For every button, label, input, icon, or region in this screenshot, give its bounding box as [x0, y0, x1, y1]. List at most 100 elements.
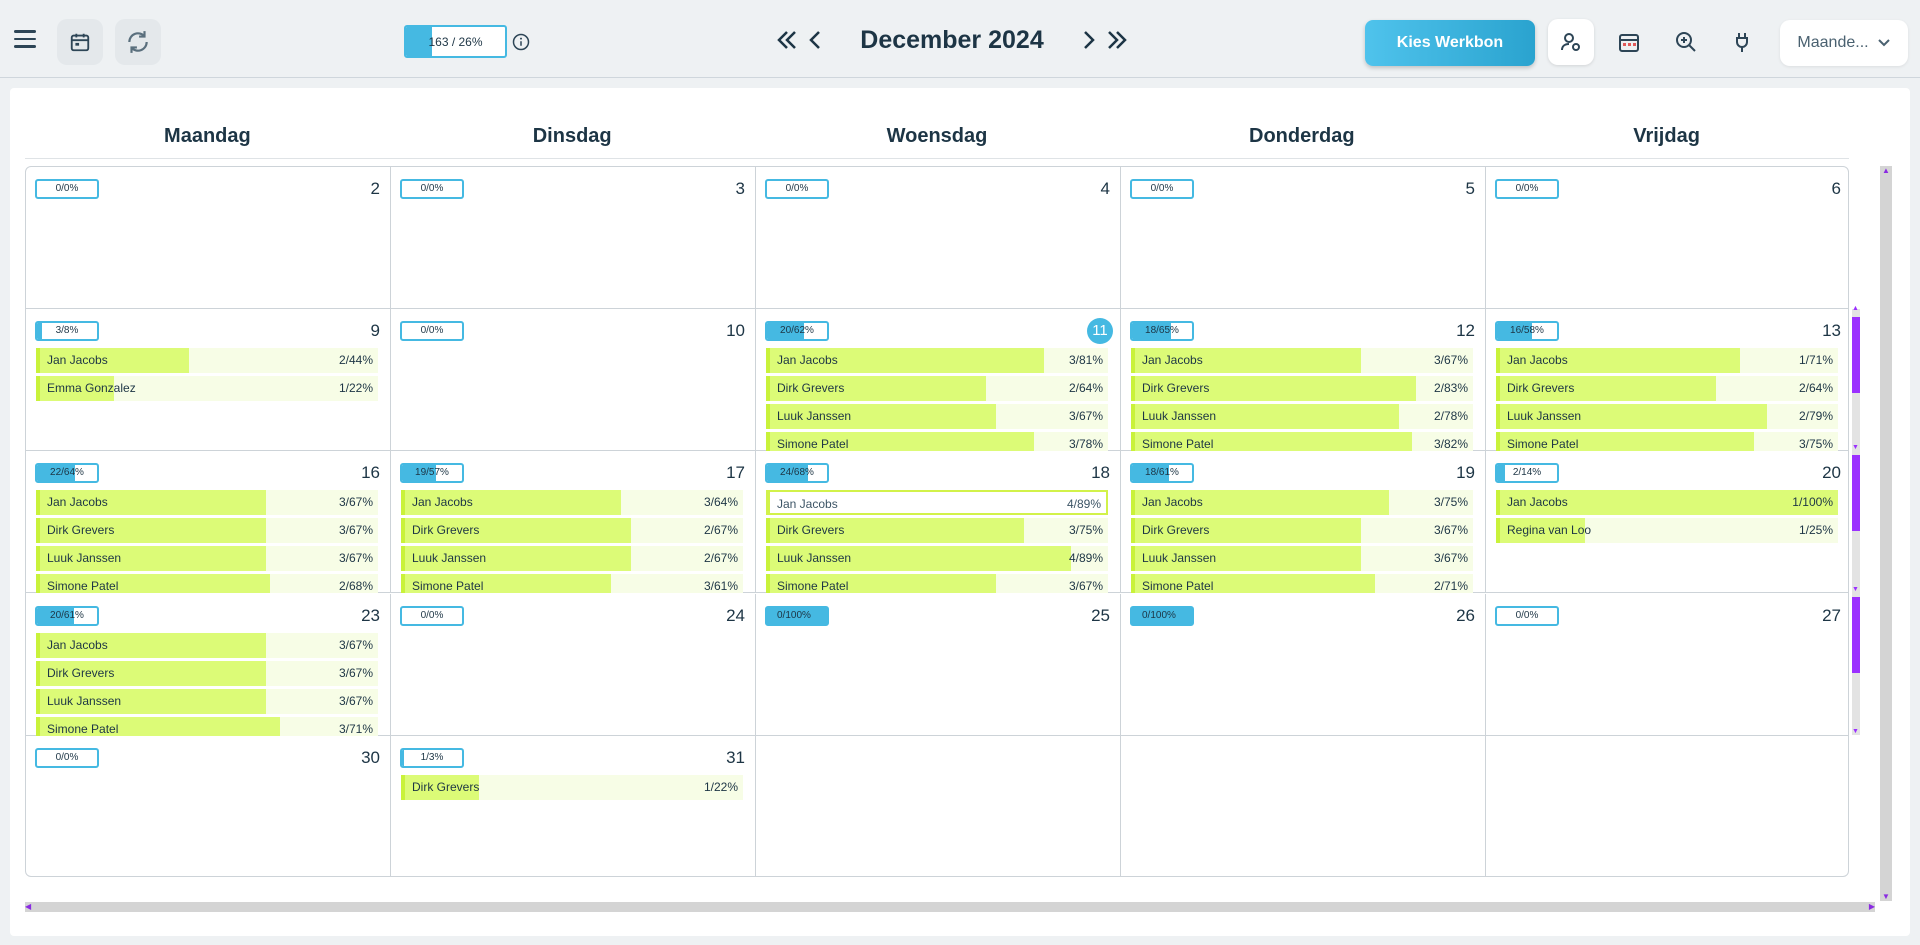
employee-row[interactable]: Regina van Loo 1/25%	[1496, 518, 1838, 544]
employee-row[interactable]: Jan Jacobs 3/67%	[36, 490, 378, 516]
employee-row[interactable]: Dirk Grevers 2/64%	[1496, 376, 1838, 402]
scroll-left-icon[interactable]: ◀	[25, 902, 31, 912]
refresh-button[interactable]	[115, 19, 161, 65]
employee-row[interactable]: Dirk Grevers 2/64%	[766, 376, 1108, 402]
day-cell[interactable]: 22/64% 16 Jan Jacobs 3/67% Dirk Grevers 3/67%…	[26, 451, 391, 594]
day-number: 10	[726, 321, 745, 341]
day-cell[interactable]: 0/0% 27	[1486, 594, 1848, 736]
hamburger-menu-icon[interactable]	[14, 30, 36, 48]
employee-row[interactable]: Emma Gonzalez 1/22%	[36, 376, 378, 402]
scroll-thumb[interactable]	[1852, 597, 1860, 673]
employee-row[interactable]: Simone Patel 3/75%	[1496, 432, 1838, 452]
horizontal-scrollbar[interactable]: ◀ ▶	[25, 902, 1875, 912]
employee-row[interactable]: Simone Patel 3/78%	[766, 432, 1108, 452]
user-settings-button[interactable]	[1548, 19, 1594, 65]
employee-load-value: 1/71%	[1798, 353, 1833, 368]
plug-icon	[1736, 33, 1748, 52]
day-capacity-badge: 16/58%	[1495, 321, 1559, 342]
employee-row[interactable]: Jan Jacobs 4/89%	[766, 490, 1108, 516]
employee-row[interactable]: Jan Jacobs 3/75%	[1131, 490, 1473, 516]
next-year-button[interactable]	[1106, 28, 1128, 59]
employee-row[interactable]: Dirk Grevers 3/75%	[766, 518, 1108, 544]
day-cell[interactable]: 16/58% 13 Jan Jacobs 1/71% Dirk Grevers 2/64%…	[1486, 309, 1848, 452]
employee-row[interactable]: Dirk Grevers 1/22%	[401, 774, 743, 800]
employee-row[interactable]: Luuk Janssen 2/79%	[1496, 404, 1838, 430]
day-cell[interactable]: 2/14% 20 Jan Jacobs 1/100% Regina van Loo 1/2…	[1486, 451, 1848, 593]
day-cell[interactable]: 20/62% 11 Jan Jacobs 3/81% Dirk Grevers 2/64%…	[756, 309, 1121, 452]
day-cell[interactable]: 0/0% 3	[391, 167, 756, 309]
employee-row[interactable]: Luuk Janssen 4/89%	[766, 546, 1108, 572]
scroll-right-icon[interactable]: ▶	[1869, 902, 1875, 912]
scroll-down-icon[interactable]: ▼	[1852, 444, 1859, 451]
employee-row[interactable]: Luuk Janssen 3/67%	[36, 546, 378, 572]
employee-row[interactable]: Simone Patel 3/82%	[1131, 432, 1473, 452]
employee-name: Simone Patel	[1142, 437, 1214, 452]
day-cell[interactable]: 19/57% 17 Jan Jacobs 3/64% Dirk Grevers 2/67%…	[391, 451, 756, 594]
view-select[interactable]: Maande...	[1780, 20, 1908, 66]
day-cell[interactable]: 18/65% 12 Jan Jacobs 3/67% Dirk Grevers 2/83%…	[1121, 309, 1486, 452]
scroll-thumb[interactable]	[1852, 317, 1860, 393]
day-cell[interactable]: 24/68% 18 Jan Jacobs 4/89% Dirk Grevers 3/75%…	[756, 451, 1121, 594]
employee-row[interactable]: Luuk Janssen 2/78%	[1131, 404, 1473, 430]
scroll-down-icon[interactable]: ▼	[1852, 728, 1859, 735]
employee-row[interactable]: Simone Patel 3/67%	[766, 574, 1108, 594]
day-cell[interactable]	[1486, 736, 1848, 876]
scroll-up-icon[interactable]: ▲	[1852, 305, 1859, 312]
day-cell[interactable]: 18/61% 19 Jan Jacobs 3/75% Dirk Grevers 3/67%…	[1121, 451, 1486, 594]
employee-row[interactable]: Dirk Grevers 3/67%	[36, 660, 378, 686]
prev-year-button[interactable]	[776, 28, 798, 59]
calendar-today-button[interactable]	[57, 19, 103, 65]
row-scrollbar[interactable]: ▼	[1852, 593, 1860, 735]
employee-row[interactable]: Luuk Janssen 3/67%	[1131, 546, 1473, 572]
day-cell[interactable]	[1121, 735, 1486, 876]
employee-row[interactable]: Luuk Janssen 3/67%	[36, 688, 378, 714]
employee-row[interactable]: Dirk Grevers 3/67%	[36, 518, 378, 544]
employee-row[interactable]: Dirk Grevers 3/67%	[1131, 518, 1473, 544]
scroll-up-icon[interactable]: ▲	[1882, 166, 1890, 175]
plugin-button[interactable]	[1721, 19, 1767, 65]
employee-row[interactable]: Dirk Grevers 2/67%	[401, 518, 743, 544]
scroll-down-icon[interactable]: ▼	[1882, 892, 1890, 901]
day-capacity-badge: 0/0%	[400, 321, 464, 342]
day-cell[interactable]: 0/0% 2	[26, 167, 391, 309]
day-cell[interactable]: 0/0% 10	[391, 309, 756, 452]
info-icon[interactable]	[512, 33, 530, 51]
employee-row[interactable]: Jan Jacobs 2/44%	[36, 348, 378, 374]
zoom-button[interactable]	[1663, 19, 1709, 65]
employee-row[interactable]: Dirk Grevers 2/83%	[1131, 376, 1473, 402]
employee-row[interactable]: Jan Jacobs 3/67%	[36, 632, 378, 658]
employee-row[interactable]: Jan Jacobs 1/100%	[1496, 490, 1838, 516]
day-cell[interactable]: 0/0% 24	[391, 593, 756, 736]
employee-row[interactable]: Luuk Janssen 3/67%	[766, 404, 1108, 430]
day-cell[interactable]: 1/3% 31 Dirk Grevers 1/22%	[391, 735, 756, 876]
employee-row[interactable]: Simone Patel 2/71%	[1131, 574, 1473, 594]
employee-row[interactable]: Jan Jacobs 3/67%	[1131, 348, 1473, 374]
employee-row[interactable]: Simone Patel 2/68%	[36, 574, 378, 594]
employee-row[interactable]: Jan Jacobs 3/81%	[766, 348, 1108, 374]
day-cell[interactable]: 0/0% 30	[26, 735, 391, 876]
day-cell[interactable]: 20/61% 23 Jan Jacobs 3/67% Dirk Grevers 3/67%…	[26, 593, 391, 736]
employee-row[interactable]: Simone Patel 3/71%	[36, 716, 378, 736]
employee-row[interactable]: Simone Patel 3/61%	[401, 574, 743, 594]
day-capacity-badge: 0/0%	[35, 747, 99, 768]
vertical-scrollbar[interactable]: ▲ ▼	[1880, 166, 1892, 901]
day-cell[interactable]: 0/0% 5	[1121, 167, 1486, 309]
scroll-thumb[interactable]	[1852, 455, 1860, 531]
weekday-header: Donderdag	[1249, 125, 1355, 147]
employee-row[interactable]: Luuk Janssen 2/67%	[401, 546, 743, 572]
day-cell[interactable]	[756, 735, 1121, 876]
next-month-button[interactable]	[1082, 28, 1096, 59]
day-capacity-label: 0/0%	[420, 609, 444, 621]
row-scrollbar[interactable]: ▲ ▼	[1852, 305, 1860, 451]
day-cell[interactable]: 0/0% 6	[1486, 167, 1848, 309]
day-cell[interactable]: 0/100% 25	[756, 593, 1121, 736]
schedule-button[interactable]	[1606, 19, 1652, 65]
row-scrollbar[interactable]: ▼	[1852, 451, 1860, 593]
day-cell[interactable]: 0/0% 4	[756, 167, 1121, 309]
scroll-down-icon[interactable]: ▼	[1852, 586, 1859, 593]
day-cell[interactable]: 0/100% 26	[1121, 593, 1486, 736]
employee-row[interactable]: Jan Jacobs 3/64%	[401, 490, 743, 516]
day-cell[interactable]: 3/8% 9 Jan Jacobs 2/44% Emma Gonzalez 1/22%	[26, 309, 391, 452]
kies-werkbon-button[interactable]: Kies Werkbon	[1365, 20, 1535, 66]
employee-row[interactable]: Jan Jacobs 1/71%	[1496, 348, 1838, 374]
